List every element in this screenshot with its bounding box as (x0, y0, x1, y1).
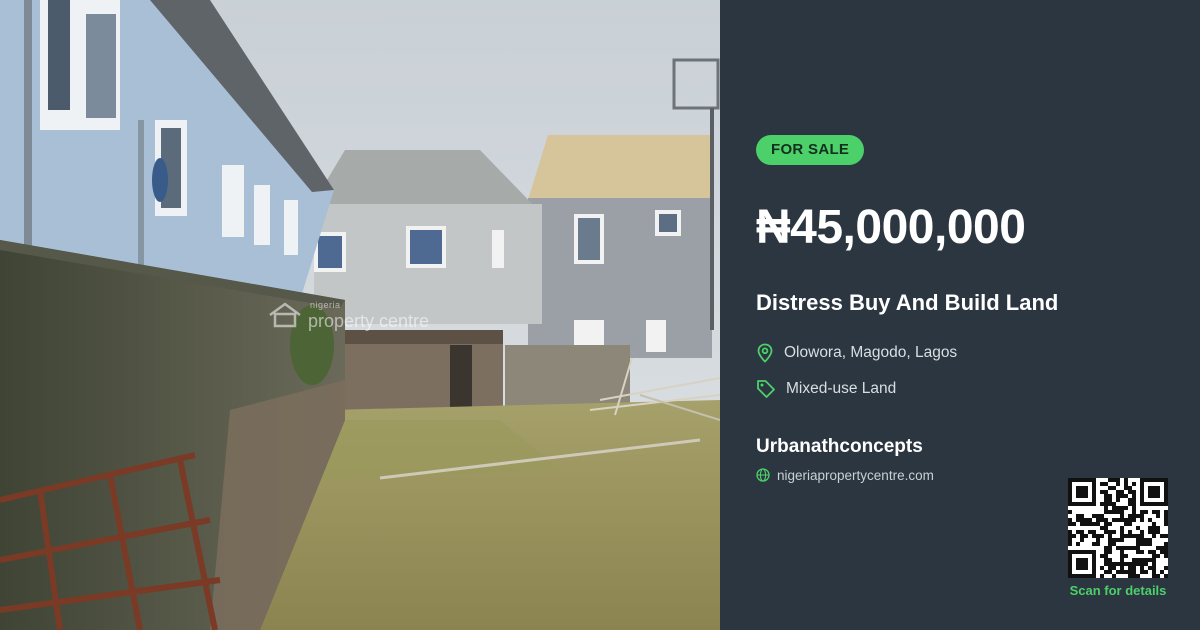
watermark-small-text: nigeria (310, 300, 341, 310)
property-type-row: Mixed-use Land (756, 378, 896, 400)
qr-caption: Scan for details (1069, 583, 1167, 598)
map-pin-icon (757, 343, 773, 363)
listing-price: ₦45,000,000 (756, 201, 1026, 254)
watermark: nigeria property centre (268, 300, 468, 340)
listing-info-panel: FOR SALE ₦45,000,000 Distress Buy And Bu… (720, 0, 1200, 630)
property-photo: nigeria property centre (0, 0, 720, 630)
for-sale-badge: FOR SALE (756, 135, 865, 165)
property-type-text: Mixed-use Land (786, 380, 897, 397)
qr-code[interactable] (1068, 478, 1168, 578)
website-row[interactable]: nigeriapropertycentre.com (756, 466, 934, 484)
globe-icon (756, 468, 770, 482)
watermark-main-text: property centre (308, 311, 430, 331)
location-row: Olowora, Magodo, Lagos (756, 342, 957, 364)
location-text: Olowora, Magodo, Lagos (784, 344, 958, 361)
website-link[interactable]: nigeriapropertycentre.com (777, 468, 934, 483)
agent-name[interactable]: Urbanathconcepts (756, 436, 923, 458)
listing-title[interactable]: Distress Buy And Build Land (756, 290, 1058, 316)
house-logo-icon (269, 302, 301, 328)
qr-code-icon (1068, 478, 1168, 578)
tag-icon (757, 380, 775, 398)
